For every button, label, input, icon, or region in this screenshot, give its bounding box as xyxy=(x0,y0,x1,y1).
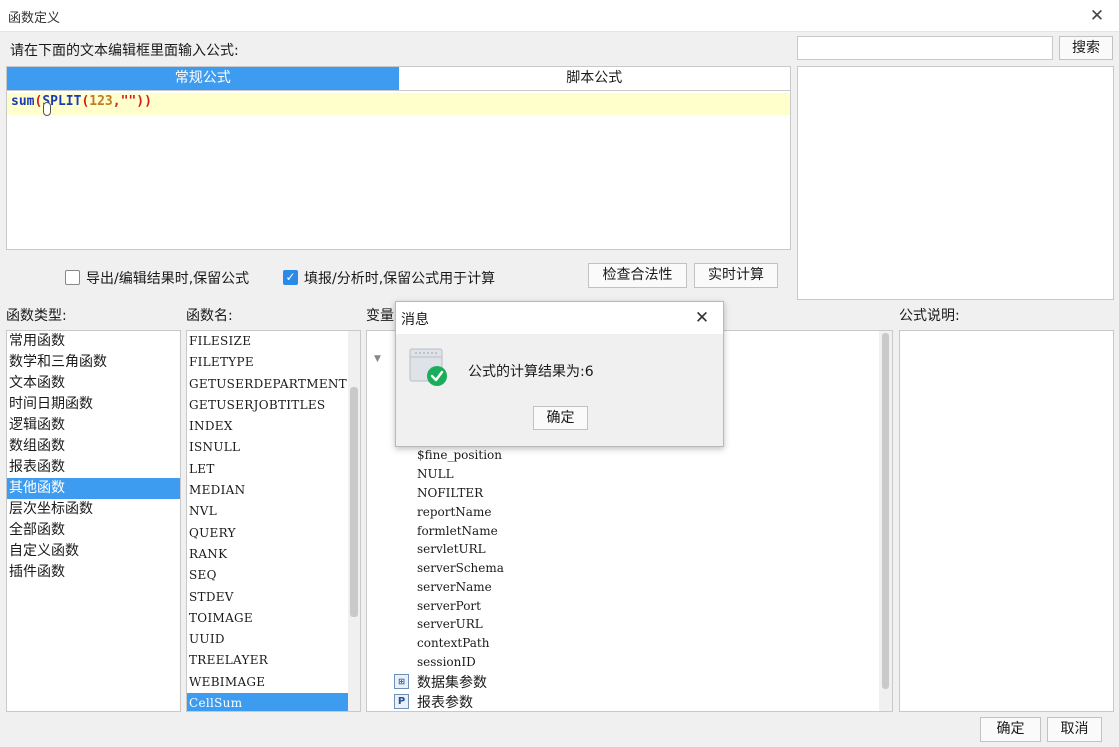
list-item[interactable]: RANK xyxy=(187,544,348,565)
scrollbar-thumb[interactable] xyxy=(882,333,889,689)
tab-script-formula[interactable]: 脚本公式 xyxy=(399,67,791,90)
dialog-close-icon[interactable]: ✕ xyxy=(686,305,718,331)
description-panel xyxy=(899,330,1114,712)
tree-expand-icon[interactable]: ▼ xyxy=(374,354,381,364)
formula-paren-close: )) xyxy=(136,94,152,109)
formula-fn-sum: sum xyxy=(11,94,35,109)
list-item[interactable]: GETUSERDEPARTMENTS xyxy=(187,374,355,395)
tree-item-dataset-params[interactable]: 数据集参数 xyxy=(417,672,487,692)
list-item[interactable]: INDEX xyxy=(187,416,348,437)
list-item-selected[interactable]: CellSum xyxy=(187,693,348,711)
list-item[interactable]: NVL xyxy=(187,501,348,522)
category-label: 函数类型: xyxy=(6,308,67,324)
dataset-params-icon: ⊞ xyxy=(394,674,409,689)
list-item-selected[interactable]: 其他函数 xyxy=(7,478,180,499)
tree-item[interactable]: serverURL xyxy=(417,617,483,631)
window-titlebar: 函数定义 ✕ xyxy=(0,0,1119,32)
list-item[interactable]: SEQ xyxy=(187,565,348,586)
list-item[interactable]: 自定义函数 xyxy=(7,541,180,562)
description-label: 公式说明: xyxy=(899,308,960,324)
list-item[interactable]: WEBIMAGE xyxy=(187,672,348,693)
category-list: 常用函数 数学和三角函数 文本函数 时间日期函数 逻辑函数 数组函数 报表函数 … xyxy=(6,330,181,712)
list-item[interactable]: 插件函数 xyxy=(7,562,180,583)
cancel-button[interactable]: 取消 xyxy=(1047,717,1102,742)
formula-string: "" xyxy=(120,94,137,109)
tree-item[interactable]: serverPort xyxy=(417,599,481,613)
tree-item[interactable]: NOFILTER xyxy=(417,486,483,500)
list-item[interactable]: FILETYPE xyxy=(187,352,348,373)
list-item[interactable]: LET xyxy=(187,459,348,480)
function-list-scrollbar[interactable] xyxy=(348,331,360,711)
variable-label: 变量 xyxy=(366,308,394,324)
formula-number: 123 xyxy=(89,94,113,109)
formula-prompt: 请在下面的文本编辑框里面输入公式: xyxy=(10,43,239,59)
keep-formula-fill-checkbox[interactable]: ✓ xyxy=(283,270,298,285)
tree-item[interactable]: formletName xyxy=(417,524,498,538)
message-dialog: 消息 ✕ 公式的计算结果为:6 确定 xyxy=(395,301,724,447)
list-item[interactable]: QUERY xyxy=(187,523,348,544)
list-item[interactable]: MEDIAN xyxy=(187,480,348,501)
scrollbar-thumb[interactable] xyxy=(350,387,358,617)
search-button[interactable]: 搜索 xyxy=(1059,36,1113,60)
dialog-titlebar: 消息 ✕ xyxy=(396,302,723,334)
keep-formula-export-label: 导出/编辑结果时,保留公式 xyxy=(86,271,250,287)
search-results-panel[interactable] xyxy=(797,66,1114,300)
list-item[interactable]: 报表函数 xyxy=(7,457,180,478)
formula-comma: , xyxy=(112,94,121,109)
window-close-icon[interactable]: ✕ xyxy=(1083,3,1111,29)
tree-item[interactable]: serverSchema xyxy=(417,561,504,575)
report-params-icon: P xyxy=(394,694,409,709)
function-name-label: 函数名: xyxy=(186,308,233,324)
list-item[interactable]: 数学和三角函数 xyxy=(7,352,180,373)
list-item[interactable]: 层次坐标函数 xyxy=(7,499,180,520)
list-item[interactable]: GETUSERJOBTITLES xyxy=(187,395,348,416)
keep-formula-export-checkbox[interactable] xyxy=(65,270,80,285)
list-item[interactable]: 全部函数 xyxy=(7,520,180,541)
ok-button[interactable]: 确定 xyxy=(980,717,1041,742)
keep-formula-fill-label: 填报/分析时,保留公式用于计算 xyxy=(304,271,496,287)
list-item[interactable]: TREELAYER xyxy=(187,650,348,671)
list-item[interactable]: 数组函数 xyxy=(7,436,180,457)
list-item[interactable]: 文本函数 xyxy=(7,373,180,394)
variable-tree-scrollbar[interactable] xyxy=(879,331,892,711)
formula-tabs: 常规公式 脚本公式 xyxy=(6,66,791,91)
list-item[interactable]: FILESIZE xyxy=(187,331,348,352)
dialog-ok-button[interactable]: 确定 xyxy=(533,406,588,430)
dialog-title: 消息 xyxy=(401,312,429,328)
dialog-message: 公式的计算结果为:6 xyxy=(468,364,594,380)
text-cursor-icon xyxy=(43,102,51,116)
tree-item[interactable]: contextPath xyxy=(417,636,489,650)
function-list-items: FILESIZE FILETYPE GETUSERDEPARTMENTS GET… xyxy=(187,331,355,711)
tree-item[interactable]: sessionID xyxy=(417,655,476,669)
tab-normal-formula[interactable]: 常规公式 xyxy=(7,67,399,90)
window-title: 函数定义 xyxy=(8,11,61,26)
list-item[interactable]: 逻辑函数 xyxy=(7,415,180,436)
check-validity-button[interactable]: 检查合法性 xyxy=(588,263,687,288)
list-item[interactable]: UUID xyxy=(187,629,348,650)
formula-editor[interactable]: sum(SPLIT(123,"")) xyxy=(6,91,791,250)
search-input[interactable] xyxy=(797,36,1053,60)
success-check-icon xyxy=(409,348,447,386)
list-item[interactable]: TOIMAGE xyxy=(187,608,348,629)
tree-item[interactable]: NULL xyxy=(417,467,454,481)
tree-item[interactable]: serverName xyxy=(417,580,492,594)
function-definition-window: 函数定义 ✕ 请在下面的文本编辑框里面输入公式: 搜索 常规公式 脚本公式 su… xyxy=(0,0,1119,747)
tree-item[interactable]: servletURL xyxy=(417,542,486,556)
tree-item[interactable]: reportName xyxy=(417,505,491,519)
tree-item-report-params[interactable]: 报表参数 xyxy=(417,692,473,711)
realtime-calc-button[interactable]: 实时计算 xyxy=(694,263,778,288)
function-list: FILESIZE FILETYPE GETUSERDEPARTMENTS GET… xyxy=(186,330,361,712)
formula-text: sum(SPLIT(123,"")) xyxy=(11,94,152,109)
list-item[interactable]: STDEV xyxy=(187,587,348,608)
list-item[interactable]: ISNULL xyxy=(187,437,348,458)
list-item[interactable]: 常用函数 xyxy=(7,331,180,352)
tree-item[interactable]: $fine_position xyxy=(417,448,502,462)
list-item[interactable]: 时间日期函数 xyxy=(7,394,180,415)
